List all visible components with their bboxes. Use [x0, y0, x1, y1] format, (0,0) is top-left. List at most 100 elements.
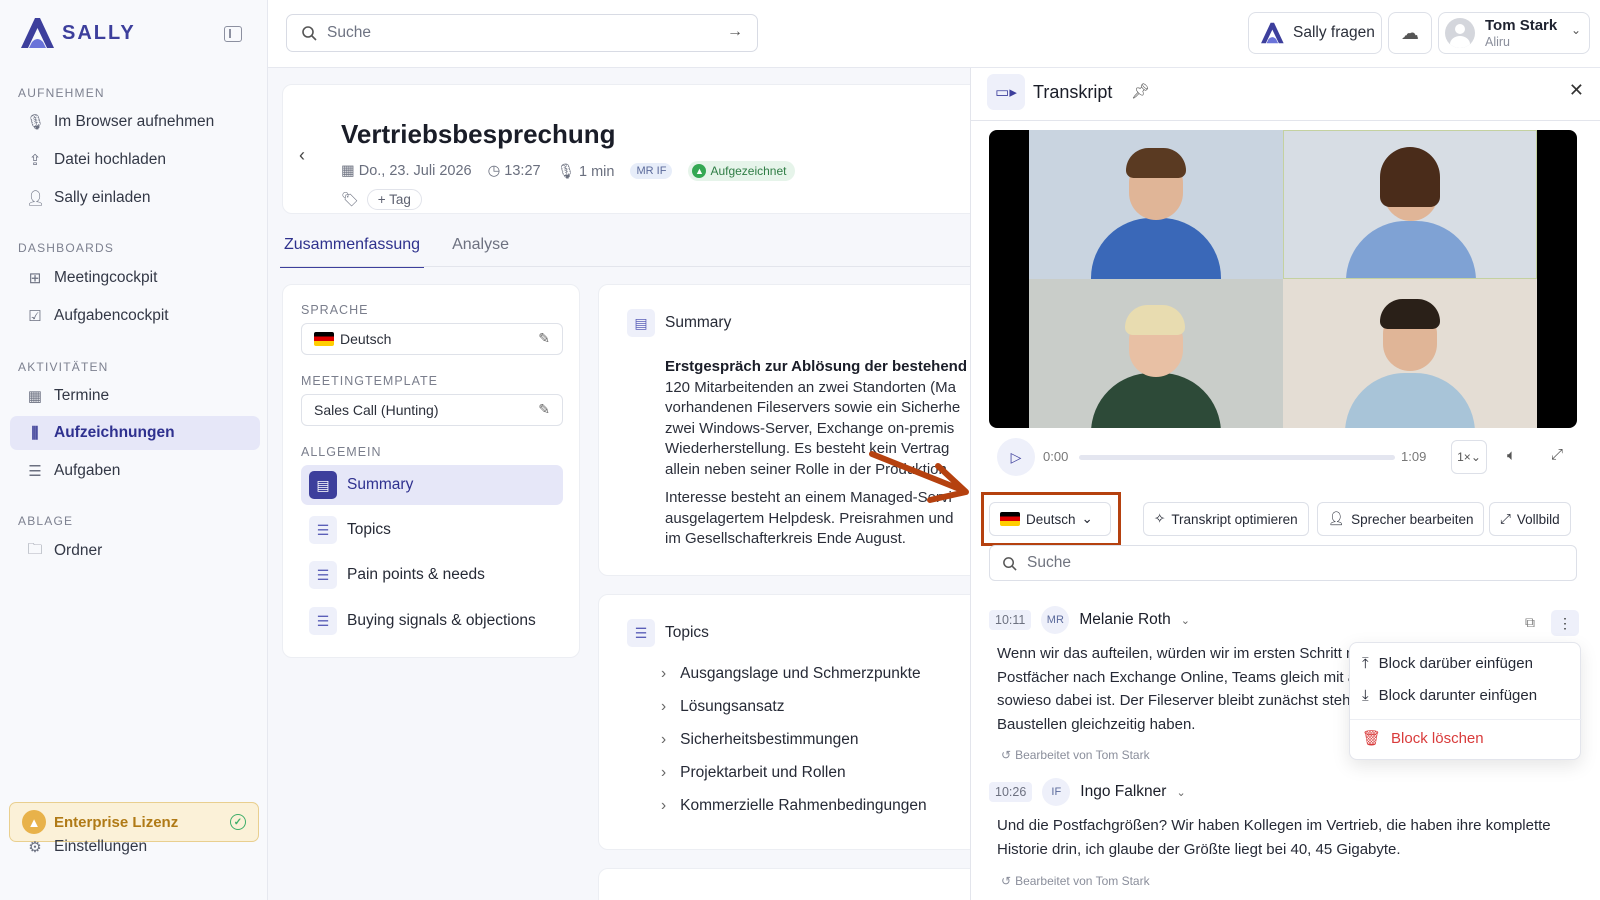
pin-icon[interactable]: 📌︎: [1131, 82, 1150, 100]
document-icon: ▤: [309, 471, 337, 499]
menu-item-label: Block darunter einfügen: [1378, 687, 1538, 704]
transcript-title: Transkript: [1033, 82, 1113, 102]
transcript-line: Historie drin, ich glaube der Größte lie…: [997, 840, 1401, 858]
grid-icon: ⊞: [28, 270, 42, 287]
chevron-down-icon: ⌄: [1570, 23, 1581, 37]
sidebar-item-meetingcockpit[interactable]: ⊞ Meetingcockpit: [10, 261, 260, 295]
template-label: MEETINGTEMPLATE: [301, 374, 439, 388]
duration-value: 1 min: [579, 163, 615, 180]
sidebar-item-browser-record[interactable]: 🎙︎ Im Browser aufnehmen: [10, 105, 260, 139]
speaker-name[interactable]: Ingo Falkner: [1080, 783, 1166, 801]
speed-select[interactable]: 1× ⌄: [1451, 440, 1487, 474]
menu-item-delete[interactable]: 🗑︎ Block löschen: [1362, 729, 1484, 748]
language-field[interactable]: Deutsch ✎: [301, 323, 563, 355]
sidebar-item-label: Einstellungen: [54, 838, 148, 855]
language-select[interactable]: Deutsch ⌄: [989, 502, 1111, 536]
copy-icon[interactable]: ⧉: [1525, 614, 1535, 631]
menu-item-label: Block darüber einfügen: [1378, 655, 1533, 672]
search-icon: [302, 26, 317, 41]
topic-label: Sicherheitsbestimmungen: [680, 731, 859, 748]
sidebar-item-aufgaben[interactable]: ☰ Aufgaben: [10, 454, 260, 488]
meeting-header-card: ‹ Vertriebsbesprechung ▦ Do., 23. Juli 2…: [282, 84, 970, 214]
edit-speakers-button[interactable]: 👤︎ Sprecher bearbeiten: [1317, 502, 1485, 536]
transcript-text[interactable]: Und die Postfachgrößen? Wir haben Kolleg…: [997, 814, 1577, 861]
topics-card: ☰ Topics › Ausgangslage und Schmerzpunkte …: [598, 594, 970, 850]
transcript-search-placeholder: Suche: [1027, 554, 1071, 571]
sidebar-item-settings[interactable]: ⚙ Einstellungen: [10, 830, 260, 864]
section-item-buying-signals[interactable]: ☰ Buying signals & objections: [301, 601, 563, 641]
user-edit-icon: 👤︎: [1328, 511, 1346, 526]
summary-heading-text: Erstgespräch zur Ablösung der bestehend: [665, 358, 967, 375]
block-context-menu: ⤒ Block darüber einfügen ⤓ Block darunter …: [1349, 642, 1582, 760]
pencil-icon[interactable]: ✎: [538, 401, 550, 418]
microphone-icon: 🎙︎: [556, 163, 580, 180]
topic-item[interactable]: › Projektarbeit und Rollen: [661, 764, 846, 782]
avatar: [1445, 18, 1475, 48]
tab-analyse[interactable]: Analyse: [448, 232, 513, 268]
user-menu-button[interactable]: Tom Stark Aliru ⌄: [1438, 12, 1590, 54]
transcript-entry-header: 10:11 MR Melanie Roth ⌄: [989, 606, 1190, 634]
arrow-right-icon[interactable]: →: [727, 23, 743, 41]
global-search-input[interactable]: Suche →: [286, 14, 758, 52]
sidebar-item-termine[interactable]: ▦ Termine: [10, 379, 260, 413]
cloud-button[interactable]: ☁︎: [1388, 12, 1432, 54]
template-field[interactable]: Sales Call (Hunting) ✎: [301, 394, 563, 426]
sidebar-item-aufgabencockpit[interactable]: ☑ Aufgabencockpit: [10, 299, 260, 333]
progress-track[interactable]: [1079, 455, 1395, 460]
sidebar-item-aufzeichnungen[interactable]: ⫼ Aufzeichnungen: [10, 416, 260, 450]
fullscreen-icon[interactable]: ⤢: [1551, 446, 1563, 463]
status-label: Aufgezeichnet: [710, 164, 787, 178]
collapse-sidebar-icon[interactable]: [224, 26, 242, 42]
optimize-transcript-button[interactable]: ✧ Transkript optimieren: [1143, 502, 1309, 536]
menu-item-insert-above[interactable]: ⤒ Block darüber einfügen: [1362, 655, 1533, 672]
participants-badge[interactable]: MR IF: [630, 163, 673, 179]
edited-note: ↺ Bearbeitet von Tom Stark: [1001, 748, 1150, 762]
user-name: Tom Stark: [1485, 17, 1558, 34]
chevron-down-icon[interactable]: ⌄: [1181, 614, 1190, 627]
chevron-down-icon[interactable]: ⌄: [1176, 786, 1185, 799]
annotation-arrow: [869, 451, 969, 503]
pencil-icon[interactable]: ✎: [538, 330, 550, 347]
play-button[interactable]: ▷: [997, 438, 1035, 476]
document-icon: ▤: [627, 309, 655, 337]
summary-card: ▤ Summary Erstgespräch zur Ablösung der b…: [598, 284, 970, 576]
volume-icon[interactable]: 🔈︎: [1507, 447, 1516, 464]
topic-label: Kommerzielle Rahmenbedingungen: [680, 797, 927, 814]
calendar-icon: ▦: [341, 163, 359, 179]
section-item-summary[interactable]: ▤ Summary: [301, 465, 563, 505]
fullscreen-button[interactable]: ⤢ Vollbild: [1489, 502, 1571, 536]
section-item-pain-points[interactable]: ☰ Pain points & needs: [301, 555, 563, 595]
tab-zusammenfassung[interactable]: Zusammenfassung: [280, 232, 425, 268]
tabs: Zusammenfassung Analyse: [280, 232, 513, 268]
timestamp[interactable]: 10:11: [989, 610, 1032, 630]
speaker-name[interactable]: Melanie Roth: [1079, 611, 1170, 629]
topic-label: Projektarbeit und Rollen: [680, 764, 846, 781]
topic-item[interactable]: › Ausgangslage und Schmerzpunkte: [661, 665, 921, 683]
more-vertical-icon[interactable]: ⋮: [1551, 610, 1579, 636]
add-tag-button[interactable]: + Tag: [366, 189, 422, 210]
next-section-card: [598, 868, 970, 900]
topic-item[interactable]: › Sicherheitsbestimmungen: [661, 731, 859, 749]
time-value: 13:27: [504, 163, 541, 179]
player-controls: ▷ 0:00 1:09 1× ⌄ 🔈︎ ⤢: [989, 432, 1577, 482]
sidebar-item-upload[interactable]: ⇪ Datei hochladen: [10, 143, 260, 177]
sidebar-item-label: Aufgabencockpit: [54, 307, 169, 324]
meeting-date: ▦ Do., 23. Juli 2026: [341, 163, 472, 179]
close-icon[interactable]: ✕: [1569, 80, 1584, 101]
language-label: SPRACHE: [301, 303, 369, 317]
sidebar-item-invite[interactable]: 👤︎ Sally einladen: [10, 181, 260, 215]
back-chevron-icon[interactable]: ‹: [299, 145, 305, 166]
list-check-icon: ☰: [28, 463, 42, 480]
language-value: Deutsch: [340, 331, 392, 347]
sidebar-item-ordner[interactable]: 🗀 Ordner: [10, 534, 260, 568]
logo[interactable]: SALLY: [18, 16, 136, 50]
ask-sally-label: Sally fragen: [1293, 24, 1375, 41]
timestamp[interactable]: 10:26: [989, 782, 1033, 802]
transcript-search-input[interactable]: Suche: [989, 545, 1577, 581]
section-item-topics[interactable]: ☰ Topics: [301, 510, 563, 550]
topic-item[interactable]: › Lösungsansatz: [661, 698, 784, 716]
topic-item[interactable]: › Kommerzielle Rahmenbedingungen: [661, 797, 927, 815]
video-player[interactable]: [989, 130, 1577, 428]
ask-sally-button[interactable]: Sally fragen: [1248, 12, 1382, 54]
menu-item-insert-below[interactable]: ⤓ Block darunter einfügen: [1362, 687, 1537, 704]
